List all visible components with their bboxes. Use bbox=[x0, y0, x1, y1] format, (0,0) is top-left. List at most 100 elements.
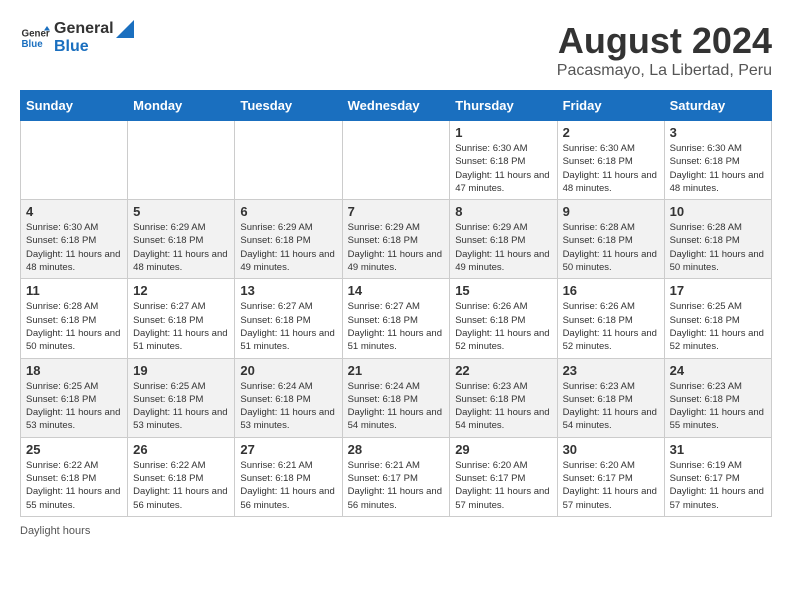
day-number: 1 bbox=[455, 125, 551, 140]
day-info: Sunrise: 6:30 AM Sunset: 6:18 PM Dayligh… bbox=[670, 142, 766, 195]
day-info: Sunrise: 6:22 AM Sunset: 6:18 PM Dayligh… bbox=[26, 459, 122, 512]
calendar-cell: 17Sunrise: 6:25 AM Sunset: 6:18 PM Dayli… bbox=[664, 279, 771, 358]
logo-triangle-icon bbox=[116, 20, 134, 38]
calendar-cell: 14 Sunrise: 6:27 AM Sunset: 6:18 PM Dayli… bbox=[342, 279, 450, 358]
day-number: 6 bbox=[240, 204, 336, 219]
calendar-cell: 7 Sunrise: 6:29 AM Sunset: 6:18 PM Daylig… bbox=[342, 200, 450, 279]
week-row-1: 1 Sunrise: 6:30 AM Sunset: 6:18 PM Daylig… bbox=[21, 121, 772, 200]
calendar-cell bbox=[21, 121, 128, 200]
footer-note: Daylight hours bbox=[20, 525, 772, 537]
svg-text:Blue: Blue bbox=[22, 39, 44, 50]
calendar-cell: 22Sunrise: 6:23 AM Sunset: 6:18 PM Dayli… bbox=[450, 358, 557, 437]
day-info: Sunrise: 6:21 AM Sunset: 6:18 PM Dayligh… bbox=[240, 459, 336, 512]
title-area: August 2024 Pacasmayo, La Libertad, Peru bbox=[557, 20, 772, 80]
day-header-friday: Friday bbox=[557, 91, 664, 121]
calendar-cell: 15Sunrise: 6:26 AM Sunset: 6:18 PM Dayli… bbox=[450, 279, 557, 358]
day-info: Sunrise: 6:23 AM Sunset: 6:18 PM Dayligh… bbox=[670, 380, 766, 433]
day-number: 27 bbox=[240, 442, 336, 457]
daylight-hours-label: Daylight hours bbox=[20, 525, 90, 537]
calendar-cell: 28Sunrise: 6:21 AM Sunset: 6:17 PM Dayli… bbox=[342, 437, 450, 516]
calendar-cell: 8 Sunrise: 6:29 AM Sunset: 6:18 PM Daylig… bbox=[450, 200, 557, 279]
week-row-5: 25 Sunrise: 6:22 AM Sunset: 6:18 PM Dayli… bbox=[21, 437, 772, 516]
day-number: 7 bbox=[348, 204, 445, 219]
day-number: 9 bbox=[563, 204, 659, 219]
day-number: 30 bbox=[563, 442, 659, 457]
calendar-cell: 19 Sunrise: 6:25 AM Sunset: 6:18 PM Dayli… bbox=[128, 358, 235, 437]
day-info: Sunrise: 6:26 AM Sunset: 6:18 PM Dayligh… bbox=[563, 300, 659, 353]
day-info: Sunrise: 6:26 AM Sunset: 6:18 PM Dayligh… bbox=[455, 300, 551, 353]
week-row-2: 4 Sunrise: 6:30 AM Sunset: 6:18 PM Daylig… bbox=[21, 200, 772, 279]
calendar-cell: 18 Sunrise: 6:25 AM Sunset: 6:18 PM Dayli… bbox=[21, 358, 128, 437]
day-number: 31 bbox=[670, 442, 766, 457]
calendar-cell: 6 Sunrise: 6:29 AM Sunset: 6:18 PM Daylig… bbox=[235, 200, 342, 279]
day-info: Sunrise: 6:25 AM Sunset: 6:18 PM Dayligh… bbox=[670, 300, 766, 353]
day-info: Sunrise: 6:27 AM Sunset: 6:18 PM Dayligh… bbox=[348, 300, 445, 353]
calendar-cell: 13 Sunrise: 6:27 AM Sunset: 6:18 PM Dayli… bbox=[235, 279, 342, 358]
day-number: 4 bbox=[26, 204, 122, 219]
calendar-cell: 24Sunrise: 6:23 AM Sunset: 6:18 PM Dayli… bbox=[664, 358, 771, 437]
calendar-cell: 11 Sunrise: 6:28 AM Sunset: 6:18 PM Dayli… bbox=[21, 279, 128, 358]
day-number: 13 bbox=[240, 283, 336, 298]
day-info: Sunrise: 6:30 AM Sunset: 6:18 PM Dayligh… bbox=[563, 142, 659, 195]
calendar-cell: 2 Sunrise: 6:30 AM Sunset: 6:18 PM Daylig… bbox=[557, 121, 664, 200]
calendar-cell: 12Sunrise: 6:27 AM Sunset: 6:18 PM Dayli… bbox=[128, 279, 235, 358]
calendar-cell: 29 Sunrise: 6:20 AM Sunset: 6:17 PM Dayli… bbox=[450, 437, 557, 516]
day-header-thursday: Thursday bbox=[450, 91, 557, 121]
week-row-4: 18 Sunrise: 6:25 AM Sunset: 6:18 PM Dayli… bbox=[21, 358, 772, 437]
calendar-cell: 26Sunrise: 6:22 AM Sunset: 6:18 PM Dayli… bbox=[128, 437, 235, 516]
day-number: 18 bbox=[26, 363, 122, 378]
calendar-cell: 20Sunrise: 6:24 AM Sunset: 6:18 PM Dayli… bbox=[235, 358, 342, 437]
logo-blue-text: Blue bbox=[54, 38, 89, 55]
calendar-cell: 9Sunrise: 6:28 AM Sunset: 6:18 PM Daylig… bbox=[557, 200, 664, 279]
day-info: Sunrise: 6:29 AM Sunset: 6:18 PM Dayligh… bbox=[240, 221, 336, 274]
day-number: 10 bbox=[670, 204, 766, 219]
day-info: Sunrise: 6:24 AM Sunset: 6:18 PM Dayligh… bbox=[348, 380, 445, 433]
day-info: Sunrise: 6:30 AM Sunset: 6:18 PM Dayligh… bbox=[26, 221, 122, 274]
day-number: 28 bbox=[348, 442, 445, 457]
calendar-cell: 3Sunrise: 6:30 AM Sunset: 6:18 PM Daylig… bbox=[664, 121, 771, 200]
day-info: Sunrise: 6:25 AM Sunset: 6:18 PM Dayligh… bbox=[26, 380, 122, 433]
days-header-row: SundayMondayTuesdayWednesdayThursdayFrid… bbox=[21, 91, 772, 121]
calendar-cell: 16 Sunrise: 6:26 AM Sunset: 6:18 PM Dayli… bbox=[557, 279, 664, 358]
day-number: 22 bbox=[455, 363, 551, 378]
day-info: Sunrise: 6:29 AM Sunset: 6:18 PM Dayligh… bbox=[348, 221, 445, 274]
day-info: Sunrise: 6:30 AM Sunset: 6:18 PM Dayligh… bbox=[455, 142, 551, 195]
day-number: 23 bbox=[563, 363, 659, 378]
logo-general-text: General bbox=[54, 20, 114, 38]
calendar-cell bbox=[128, 121, 235, 200]
day-header-saturday: Saturday bbox=[664, 91, 771, 121]
day-number: 12 bbox=[133, 283, 229, 298]
day-number: 16 bbox=[563, 283, 659, 298]
calendar-cell bbox=[235, 121, 342, 200]
calendar-subtitle: Pacasmayo, La Libertad, Peru bbox=[557, 62, 772, 80]
calendar-table: SundayMondayTuesdayWednesdayThursdayFrid… bbox=[20, 90, 772, 517]
day-number: 8 bbox=[455, 204, 551, 219]
calendar-cell: 10Sunrise: 6:28 AM Sunset: 6:18 PM Dayli… bbox=[664, 200, 771, 279]
day-info: Sunrise: 6:25 AM Sunset: 6:18 PM Dayligh… bbox=[133, 380, 229, 433]
day-number: 20 bbox=[240, 363, 336, 378]
day-info: Sunrise: 6:29 AM Sunset: 6:18 PM Dayligh… bbox=[455, 221, 551, 274]
day-number: 25 bbox=[26, 442, 122, 457]
calendar-cell bbox=[342, 121, 450, 200]
day-info: Sunrise: 6:20 AM Sunset: 6:17 PM Dayligh… bbox=[563, 459, 659, 512]
day-number: 14 bbox=[348, 283, 445, 298]
day-info: Sunrise: 6:27 AM Sunset: 6:18 PM Dayligh… bbox=[240, 300, 336, 353]
day-info: Sunrise: 6:28 AM Sunset: 6:18 PM Dayligh… bbox=[26, 300, 122, 353]
day-number: 11 bbox=[26, 283, 122, 298]
day-info: Sunrise: 6:29 AM Sunset: 6:18 PM Dayligh… bbox=[133, 221, 229, 274]
day-header-tuesday: Tuesday bbox=[235, 91, 342, 121]
calendar-title: August 2024 bbox=[557, 20, 772, 62]
day-header-wednesday: Wednesday bbox=[342, 91, 450, 121]
day-info: Sunrise: 6:19 AM Sunset: 6:17 PM Dayligh… bbox=[670, 459, 766, 512]
calendar-cell: 30 Sunrise: 6:20 AM Sunset: 6:17 PM Dayli… bbox=[557, 437, 664, 516]
calendar-cell: 27 Sunrise: 6:21 AM Sunset: 6:18 PM Dayli… bbox=[235, 437, 342, 516]
day-info: Sunrise: 6:20 AM Sunset: 6:17 PM Dayligh… bbox=[455, 459, 551, 512]
day-info: Sunrise: 6:23 AM Sunset: 6:18 PM Dayligh… bbox=[563, 380, 659, 433]
day-number: 29 bbox=[455, 442, 551, 457]
calendar-cell: 4 Sunrise: 6:30 AM Sunset: 6:18 PM Daylig… bbox=[21, 200, 128, 279]
day-number: 26 bbox=[133, 442, 229, 457]
day-number: 19 bbox=[133, 363, 229, 378]
calendar-cell: 23 Sunrise: 6:23 AM Sunset: 6:18 PM Dayli… bbox=[557, 358, 664, 437]
day-number: 2 bbox=[563, 125, 659, 140]
logo-icon: General Blue bbox=[20, 23, 50, 53]
